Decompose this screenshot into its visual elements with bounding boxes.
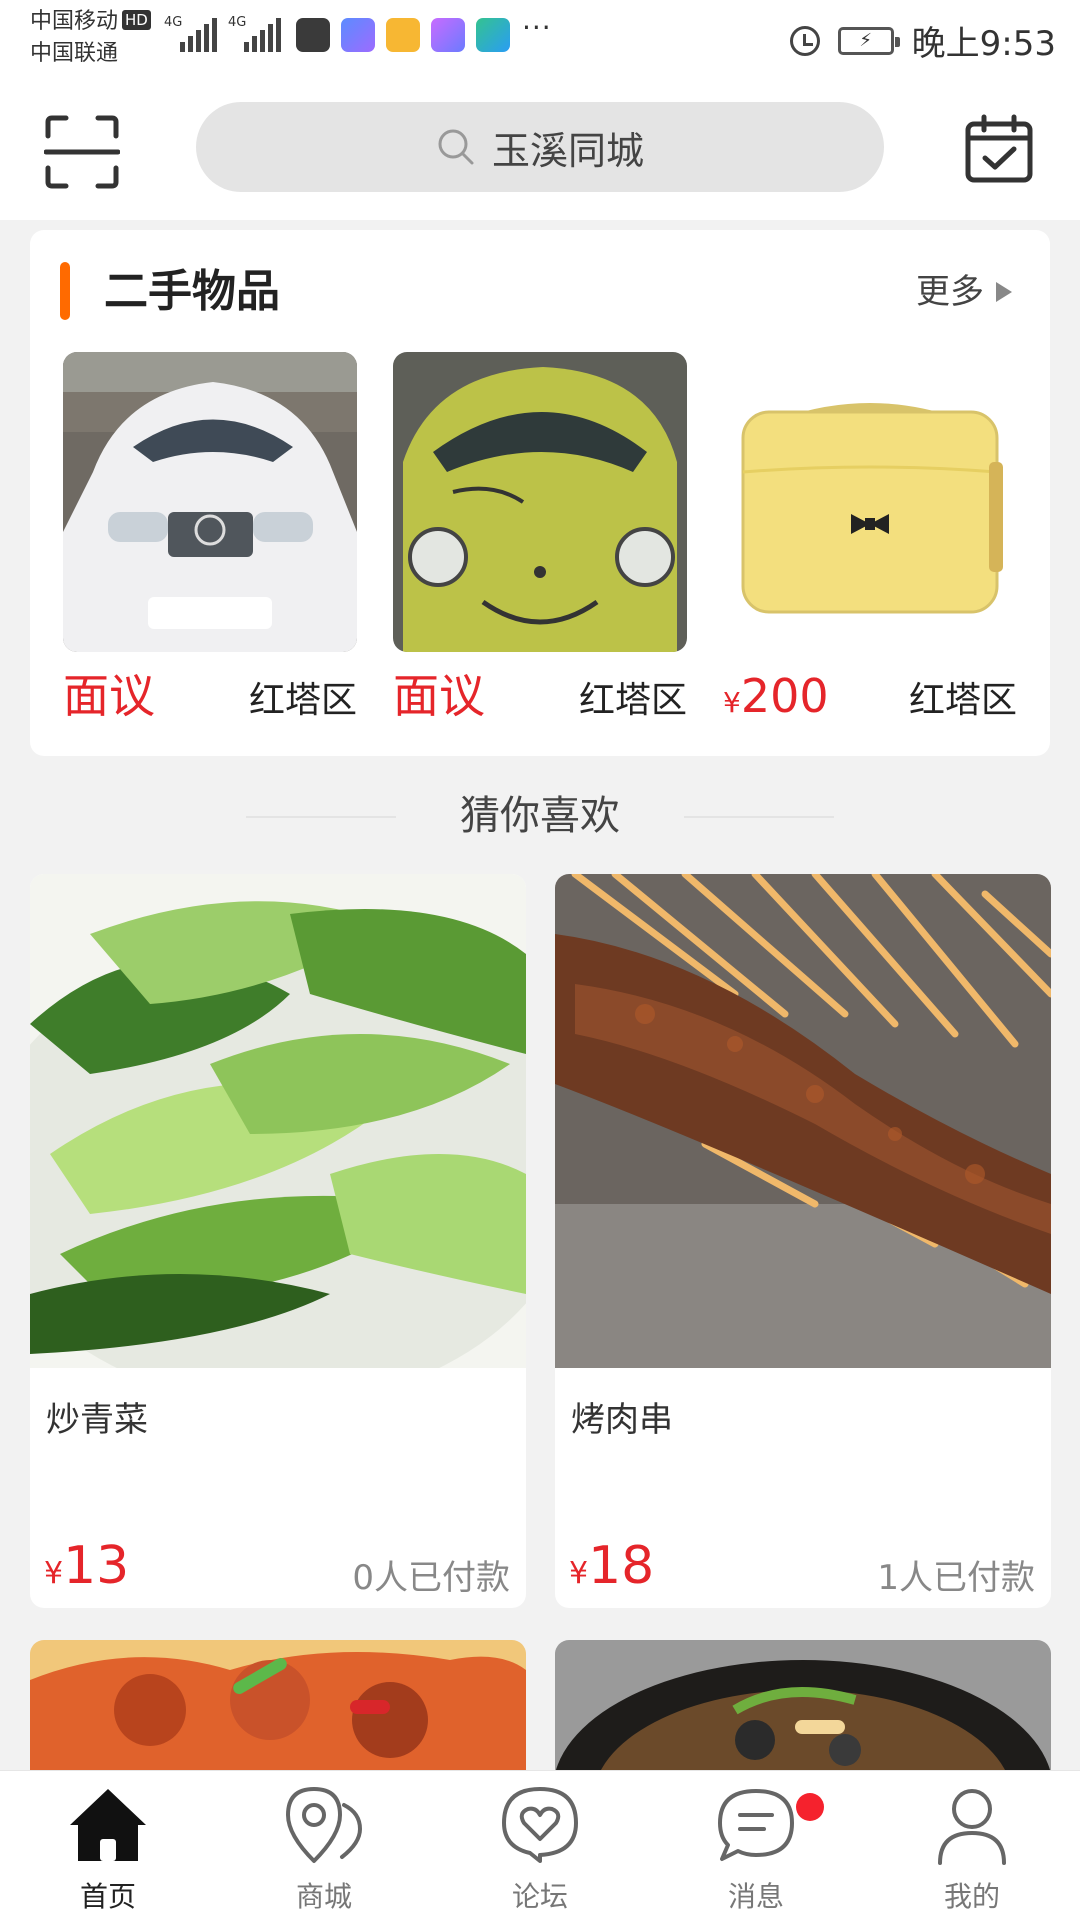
second-hand-section: 二手物品 更多 面议 红塔区 面议 红塔区 ¥200 红塔区 — [30, 230, 1050, 756]
guess-title: 猜你喜欢 — [460, 793, 620, 839]
more-notifications-icon: ··· — [522, 11, 552, 44]
status-bar: 中国移动 HD 中国联通 4G 4G ··· ⚡ 晚上9:53 — [0, 0, 1080, 76]
carrier-2: 中国联通 — [30, 41, 119, 66]
carrier-info: 中国移动 HD 中国联通 — [30, 6, 151, 70]
mail-icon — [386, 18, 420, 52]
tab-profile[interactable]: 我的 — [864, 1771, 1080, 1920]
grilled-skewers-image — [555, 874, 1051, 1368]
currency-symbol: ¥ — [44, 1556, 64, 1591]
scan-icon[interactable] — [44, 114, 120, 190]
product-price-value: 18 — [588, 1536, 655, 1596]
unread-badge — [796, 1793, 824, 1821]
tab-label: 首页 — [79, 1880, 136, 1913]
user-icon — [938, 1789, 1006, 1865]
guess-you-like-header: 猜你喜欢 — [0, 786, 1080, 846]
search-input[interactable]: 玉溪同城 — [196, 102, 884, 192]
item-price: ¥200 — [723, 668, 829, 731]
item-location: 红塔区 — [578, 680, 687, 721]
item-location: 红塔区 — [248, 680, 357, 721]
white-car-image — [63, 352, 357, 652]
play-arrow-icon — [996, 282, 1012, 302]
more-label: 更多 — [916, 272, 984, 312]
carrier-1: 中国移动 — [30, 9, 119, 34]
item-price: 面议 — [393, 669, 485, 723]
alarm-icon — [789, 25, 820, 56]
second-hand-item[interactable]: 面议 红塔区 — [393, 352, 687, 724]
second-hand-item[interactable]: ¥200 红塔区 — [723, 352, 1017, 731]
search-icon — [438, 129, 474, 165]
tab-messages[interactable]: 消息 — [648, 1771, 864, 1920]
heart-chat-icon — [502, 1787, 578, 1863]
second-hand-item[interactable]: 面议 红塔区 — [63, 352, 357, 724]
hd-badge: HD — [122, 10, 151, 30]
calendar-check-icon[interactable] — [964, 114, 1034, 184]
notification-icons — [296, 18, 510, 52]
product-card[interactable]: 炒青菜 ¥13 0人已付款 — [30, 874, 526, 1608]
app-blue-icon — [341, 18, 375, 52]
map-pin-icon — [286, 1787, 362, 1863]
tab-mall[interactable]: 商城 — [216, 1771, 432, 1920]
message-icon — [718, 1789, 794, 1861]
home-icon — [70, 1789, 146, 1861]
more-link[interactable]: 更多 — [916, 270, 1012, 314]
battery-icon: ⚡ — [837, 26, 900, 55]
currency-symbol: ¥ — [723, 686, 741, 719]
product-price: ¥13 — [44, 1536, 129, 1604]
huawei-icon — [296, 18, 330, 52]
tab-home[interactable]: 首页 — [0, 1771, 216, 1920]
green-car-image — [393, 352, 687, 652]
product-name: 烤肉串 — [571, 1400, 673, 1440]
product-price: ¥18 — [569, 1536, 654, 1604]
product-name: 炒青菜 — [46, 1400, 148, 1440]
product-price-value: 13 — [63, 1536, 130, 1596]
top-header: 玉溪同城 — [0, 76, 1080, 220]
item-location: 红塔区 — [908, 680, 1017, 721]
product-paid-count: 1人已付款 — [877, 1558, 1035, 1598]
tab-label: 商城 — [295, 1880, 352, 1913]
tab-forum[interactable]: 论坛 — [432, 1771, 648, 1920]
stir-fried-greens-image — [30, 874, 526, 1368]
video-icon — [431, 18, 465, 52]
game-icon — [476, 18, 510, 52]
item-price: 面议 — [63, 669, 155, 723]
tab-label: 论坛 — [511, 1880, 568, 1913]
tab-label: 消息 — [727, 1880, 784, 1913]
spicy-chicken-image[interactable] — [30, 1640, 526, 1770]
section-title: 二手物品 — [104, 266, 280, 317]
product-paid-count: 0人已付款 — [352, 1558, 510, 1598]
search-placeholder: 玉溪同城 — [491, 128, 644, 173]
clock: 晚上9:53 — [911, 24, 1056, 64]
divider-line — [684, 816, 834, 818]
item-price-value: 200 — [740, 669, 829, 723]
section-accent-bar — [60, 262, 70, 320]
clay-pot-dish-image[interactable] — [555, 1640, 1051, 1770]
tab-label: 我的 — [943, 1880, 1000, 1913]
currency-symbol: ¥ — [569, 1556, 589, 1591]
product-card[interactable]: 烤肉串 ¥18 1人已付款 — [555, 874, 1051, 1608]
yellow-handbag-image — [723, 352, 1017, 652]
bottom-tab-bar: 首页 商城 论坛 消息 我的 — [0, 1770, 1080, 1920]
